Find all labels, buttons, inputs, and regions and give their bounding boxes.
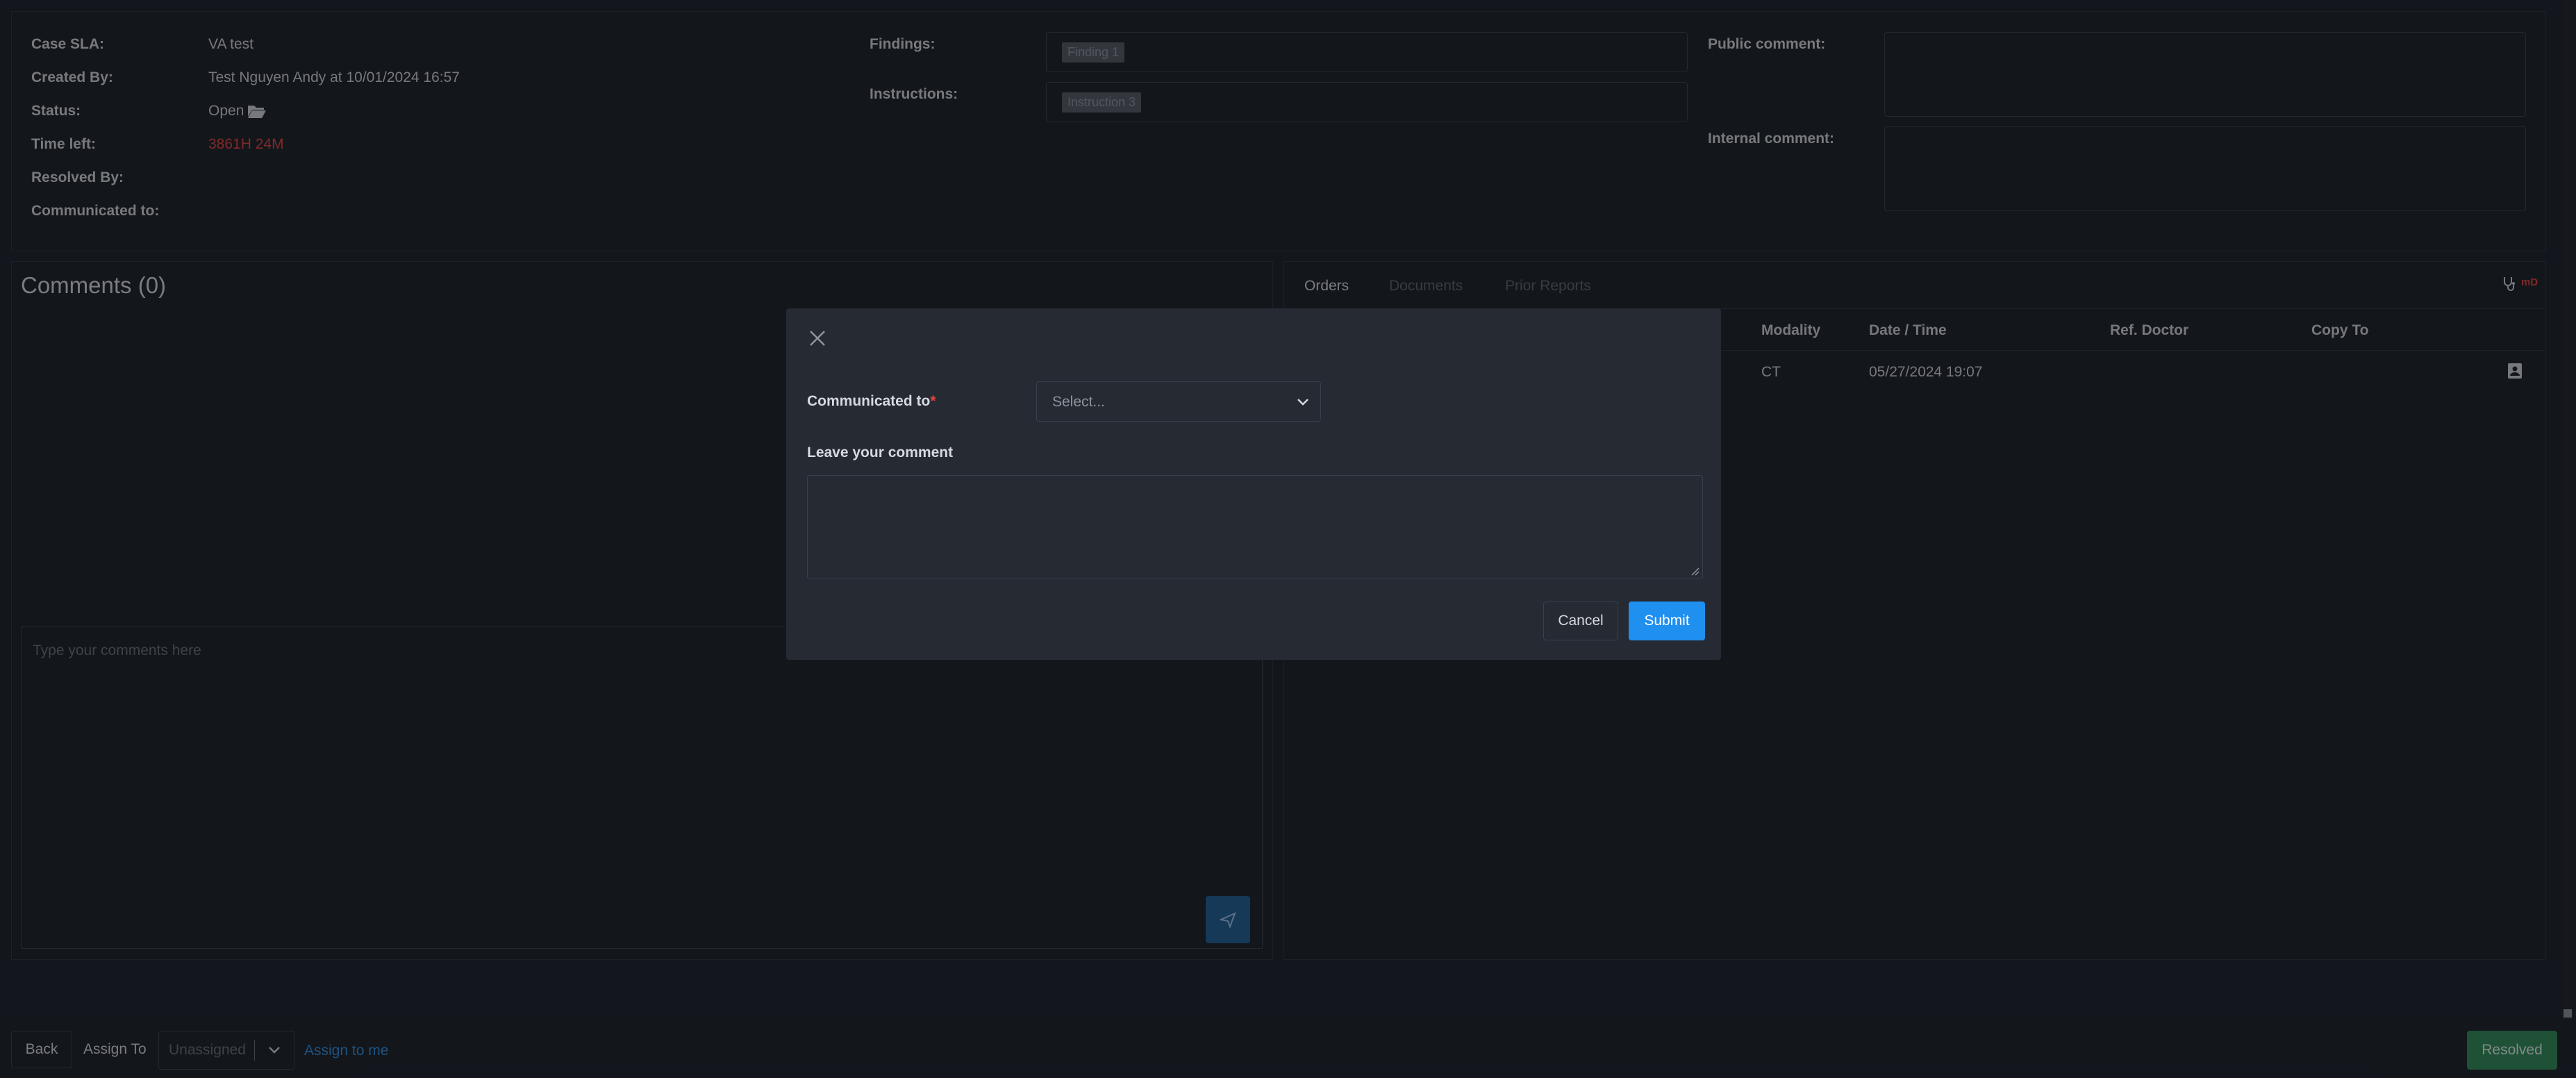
resize-handle-icon[interactable] [1691, 567, 1700, 576]
chevron-down-icon [1297, 399, 1308, 406]
submit-button-label: Submit [1644, 613, 1690, 629]
cancel-button-label: Cancel [1558, 613, 1604, 629]
select-placeholder: Select... [1052, 394, 1105, 410]
close-icon[interactable] [808, 329, 826, 347]
communicated-to-field-label: Communicated to* [807, 393, 936, 410]
leave-comment-label: Leave your comment [807, 445, 954, 461]
cancel-button[interactable]: Cancel [1543, 602, 1618, 640]
required-asterisk: * [930, 393, 936, 409]
submit-button[interactable]: Submit [1629, 602, 1705, 640]
communicated-to-text: Communicated to [807, 393, 931, 409]
modal-comment-textarea[interactable] [807, 475, 1703, 579]
communicated-modal: Communicated to* Select... Leave your co… [786, 308, 1721, 660]
communicated-to-select[interactable]: Select... [1036, 381, 1321, 422]
